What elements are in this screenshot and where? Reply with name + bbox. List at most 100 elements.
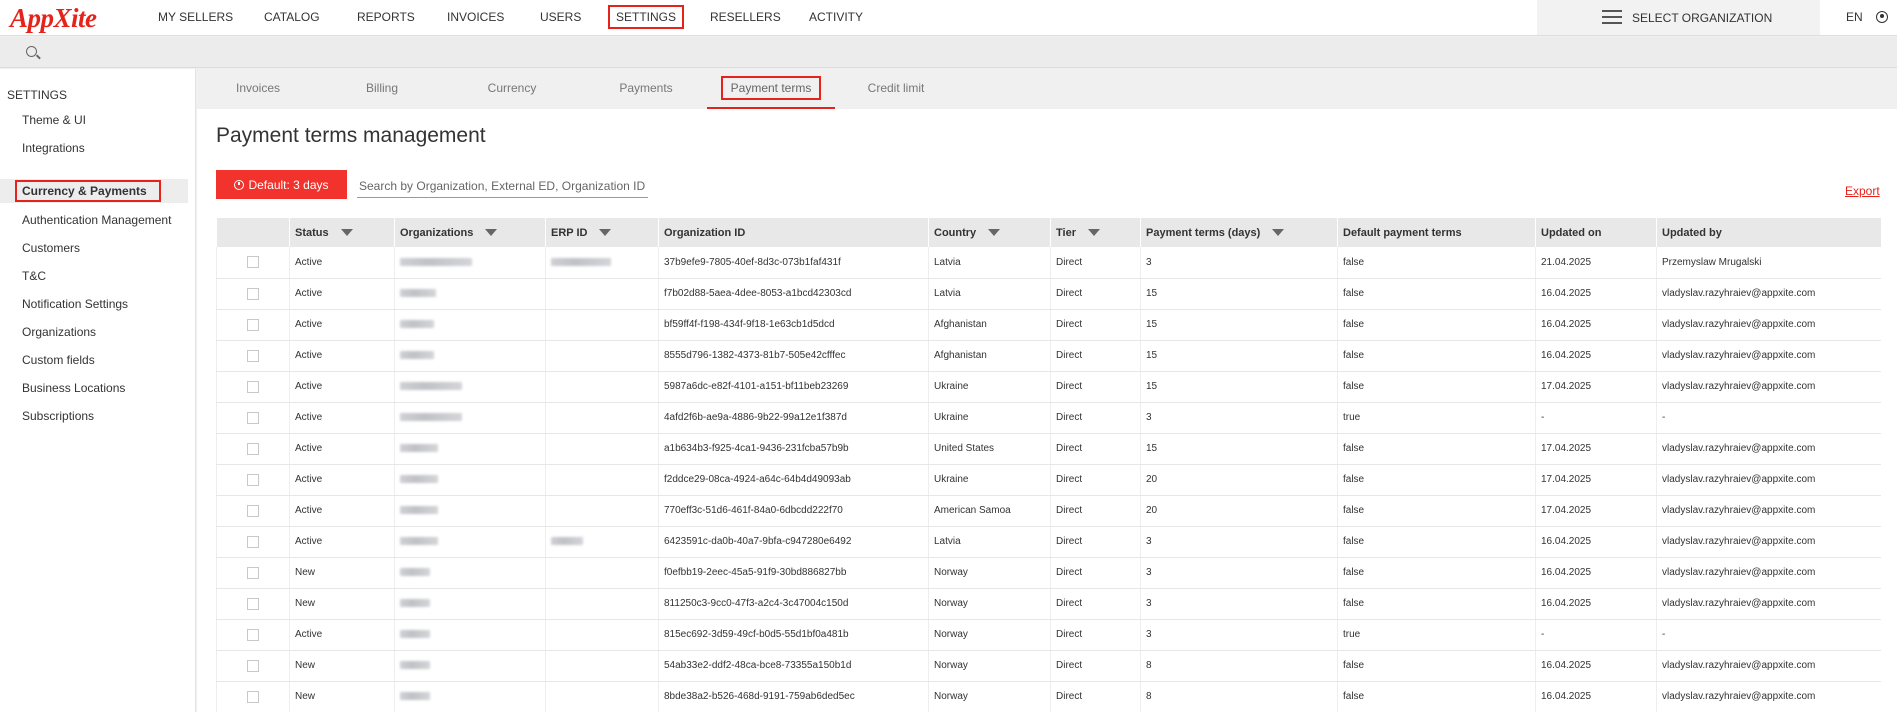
updated-on-cell: 21.04.2025 — [1535, 247, 1657, 279]
sidebar-item-business-locations[interactable]: Business Locations — [0, 376, 188, 400]
table-row[interactable]: Active 770eff3c-51d6-461f-84a0-6dbcdd222f… — [216, 495, 1881, 527]
appxite-logo[interactable]: AppXite — [10, 3, 97, 33]
default-payment-terms-cell: false — [1337, 309, 1536, 341]
nav-settings[interactable]: SETTINGS — [608, 0, 685, 36]
table-row[interactable]: New f0efbb19-2eec-45a5-91f9-30bd886827bb N… — [216, 557, 1881, 589]
search-icon[interactable] — [26, 46, 37, 57]
filter-icon[interactable] — [485, 229, 498, 237]
row-checkbox[interactable] — [247, 442, 259, 455]
nav-users[interactable]: USERS — [540, 0, 581, 36]
sidebar-item-custom-fields[interactable]: Custom fields — [0, 348, 188, 372]
table-row[interactable]: Active a1b634b3-f925-4ca1-9436-231fcba57b… — [216, 433, 1881, 465]
select-cell — [216, 619, 290, 651]
top-nav: AppXite MY SELLERS CATALOG REPORTS INVOI… — [0, 0, 1897, 36]
sidebar-item-theme-ui[interactable]: Theme & UI — [0, 108, 188, 132]
row-checkbox[interactable] — [247, 628, 259, 641]
table-row[interactable]: Active 5987a6dc-e82f-4101-a151-bf11beb232… — [216, 371, 1881, 403]
sidebar-item-tandc[interactable]: T&C — [0, 264, 188, 288]
sidebar-item-authentication-management[interactable]: Authentication Management — [0, 208, 188, 232]
payment-terms-cell: 20 — [1140, 464, 1338, 496]
filter-icon[interactable] — [1272, 229, 1285, 237]
row-checkbox[interactable] — [247, 504, 259, 517]
column-header-select — [216, 218, 290, 247]
row-checkbox[interactable] — [247, 473, 259, 486]
row-checkbox[interactable] — [247, 287, 259, 300]
export-link[interactable]: Export — [1845, 184, 1880, 198]
table-row[interactable]: Active f2ddce29-08ca-4924-a64c-64b4d49093… — [216, 464, 1881, 496]
status-cell: Active — [289, 340, 395, 372]
tab-currency[interactable]: Currency — [479, 69, 545, 109]
row-checkbox[interactable] — [247, 566, 259, 579]
tab-payment-terms[interactable]: Payment terms — [707, 69, 835, 109]
tab-billing[interactable]: Billing — [357, 69, 407, 109]
tab-credit-limit[interactable]: Credit limit — [863, 69, 929, 109]
language-selector[interactable]: EN — [1846, 0, 1863, 35]
country-cell: United States — [928, 433, 1051, 465]
select-organization-button[interactable]: SELECT ORGANIZATION — [1537, 0, 1820, 35]
table-row[interactable]: Active 37b9efe9-7805-40ef-8d3c-073b1faf43… — [216, 247, 1881, 279]
row-checkbox[interactable] — [247, 690, 259, 703]
nav-activity[interactable]: ACTIVITY — [809, 0, 863, 36]
nav-my-sellers[interactable]: MY SELLERS — [158, 0, 233, 36]
tab-invoices[interactable]: Invoices — [228, 69, 288, 109]
tier-cell: Direct — [1050, 464, 1141, 496]
row-checkbox[interactable] — [247, 659, 259, 672]
nav-resellers[interactable]: RESELLERS — [710, 0, 781, 36]
select-cell — [216, 650, 290, 682]
table-row[interactable]: New 8bde38a2-b526-468d-9191-759ab6ded5ec N… — [216, 681, 1881, 712]
organization-cell — [394, 309, 546, 341]
table-row[interactable]: Active 815ec692-3d59-49cf-b0d5-55d1bf0a48… — [216, 619, 1881, 651]
redacted-text — [400, 351, 434, 360]
table-row[interactable]: New 54ab33e2-ddf2-48ca-bce8-73355a150b1d N… — [216, 650, 1881, 682]
row-checkbox[interactable] — [247, 411, 259, 424]
updated-by-cell: Przemyslaw Mrugalski — [1656, 247, 1881, 279]
sidebar-item-organizations[interactable]: Organizations — [0, 320, 188, 344]
filter-icon[interactable] — [340, 229, 353, 237]
status-cell: New — [289, 557, 395, 589]
row-checkbox[interactable] — [247, 256, 259, 269]
table-row[interactable]: Active 6423591c-da0b-40a7-9bfa-c947280e64… — [216, 526, 1881, 558]
search-input[interactable] — [357, 174, 648, 198]
user-account-icon[interactable] — [1876, 11, 1888, 23]
nav-reports[interactable]: REPORTS — [357, 0, 415, 36]
tier-cell: Direct — [1050, 309, 1141, 341]
table-row[interactable]: New 811250c3-9cc0-47f3-a2c4-3c47004c150d N… — [216, 588, 1881, 620]
redacted-text — [400, 413, 462, 422]
nav-invoices[interactable]: INVOICES — [447, 0, 504, 36]
default-payment-terms-cell: false — [1337, 340, 1536, 372]
erp-id-cell — [545, 278, 659, 310]
sidebar-item-currency-payments[interactable]: Currency & Payments — [0, 179, 188, 203]
payment-terms-cell: 3 — [1140, 588, 1338, 620]
nav-catalog[interactable]: CATALOG — [264, 0, 320, 36]
table-row[interactable]: Active 4afd2f6b-ae9a-4886-9b22-99a12e1f38… — [216, 402, 1881, 434]
table-row[interactable]: Active 8555d796-1382-4373-81b7-505e42cfff… — [216, 340, 1881, 372]
payment-terms-cell: 8 — [1140, 650, 1338, 682]
row-checkbox[interactable] — [247, 535, 259, 548]
status-cell: Active — [289, 278, 395, 310]
table-row[interactable]: Active f7b02d88-5aea-4dee-8053-a1bcd42303… — [216, 278, 1881, 310]
row-checkbox[interactable] — [247, 380, 259, 393]
payment-terms-cell: 15 — [1140, 340, 1338, 372]
erp-id-cell — [545, 650, 659, 682]
table-row[interactable]: Active bf59ff4f-f198-434f-9f18-1e63cb1d5d… — [216, 309, 1881, 341]
sidebar-item-customers[interactable]: Customers — [0, 236, 188, 260]
filter-icon[interactable] — [988, 229, 1001, 237]
filter-icon[interactable] — [1087, 229, 1100, 237]
sidebar-item-notification-settings[interactable]: Notification Settings — [0, 292, 188, 316]
erp-id-cell — [545, 402, 659, 434]
updated-by-cell: vladyslav.razyhraiev@appxite.com — [1656, 588, 1881, 620]
sidebar-item-subscriptions[interactable]: Subscriptions — [0, 404, 188, 428]
column-header-label: Tier — [1056, 226, 1076, 239]
default-payment-terms-button[interactable]: Default: 3 days — [216, 170, 347, 199]
erp-id-cell — [545, 464, 659, 496]
filter-icon[interactable] — [599, 229, 612, 237]
redacted-text — [400, 692, 430, 701]
row-checkbox[interactable] — [247, 318, 259, 331]
row-checkbox[interactable] — [247, 597, 259, 610]
default-payment-terms-cell: false — [1337, 433, 1536, 465]
updated-by-cell: vladyslav.razyhraiev@appxite.com — [1656, 495, 1881, 527]
sidebar-item-integrations[interactable]: Integrations — [0, 136, 188, 160]
row-checkbox[interactable] — [247, 349, 259, 362]
tab-payments[interactable]: Payments — [611, 69, 681, 109]
country-cell: Afghanistan — [928, 340, 1051, 372]
